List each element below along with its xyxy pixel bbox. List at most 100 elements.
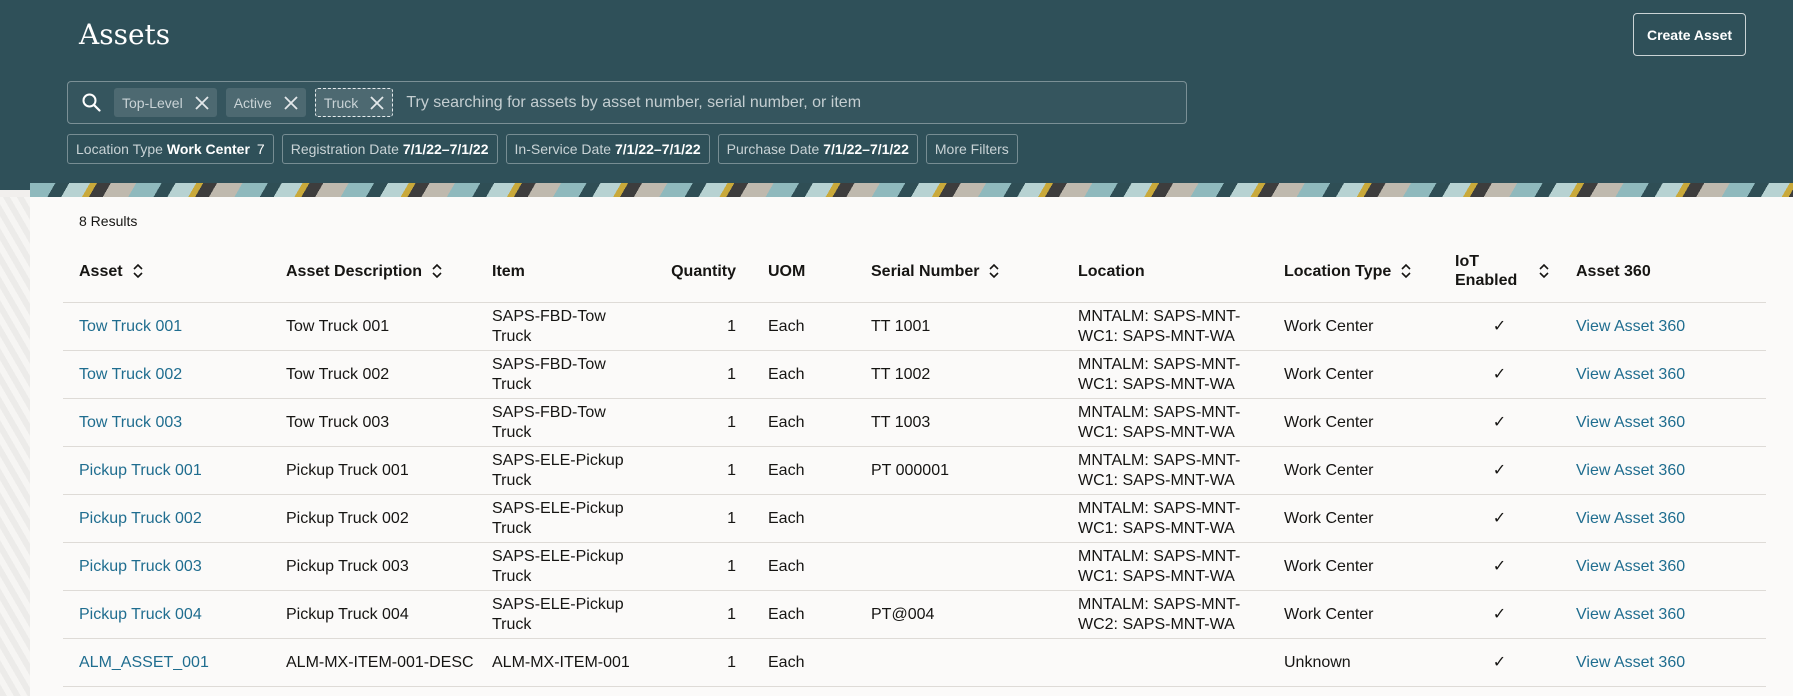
sort-icon[interactable] — [133, 263, 143, 279]
table-row: ALM_ASSET_001 ALM-MX-ITEM-001-DESC ALM-M… — [63, 638, 1766, 687]
search-bar[interactable]: Top-Level Active Truck — [67, 81, 1187, 124]
search-chip-truck[interactable]: Truck — [314, 88, 394, 117]
quantity: 1 — [649, 446, 752, 495]
serial-number — [855, 638, 1062, 687]
asset-link[interactable]: ALM_ASSET_001 — [79, 654, 209, 671]
table-row: Pickup Truck 001 Pickup Truck 001 SAPS-E… — [63, 446, 1766, 495]
column-label: Location Type — [1284, 262, 1392, 280]
quantity: 1 — [649, 638, 752, 687]
check-icon: ✓ — [1439, 590, 1560, 639]
uom: Each — [752, 590, 855, 639]
asset-link[interactable]: Pickup Truck 001 — [79, 462, 202, 479]
search-input[interactable] — [402, 84, 1186, 121]
filter-value: 7/1/22–7/1/22 — [615, 141, 701, 157]
view-asset-360-link[interactable]: View Asset 360 — [1576, 558, 1685, 575]
item: SAPS-ELE-Pickup Truck — [476, 542, 649, 591]
view-asset-360-link[interactable]: View Asset 360 — [1576, 510, 1685, 527]
location-type: Work Center — [1268, 590, 1439, 639]
uom: Each — [752, 494, 855, 543]
close-icon[interactable] — [187, 88, 217, 117]
chip-label: Truck — [323, 94, 359, 111]
sort-icon[interactable] — [1401, 263, 1411, 279]
decorative-banner — [30, 183, 1793, 197]
filter-in-service-date[interactable]: In-Service Date 7/1/22–7/1/22 — [505, 134, 710, 164]
location-type: Work Center — [1268, 350, 1439, 399]
close-icon[interactable] — [276, 88, 306, 117]
serial-number: TT 1001 — [855, 302, 1062, 351]
location: MNTALM: SAPS-MNT-WC1: SAPS-MNT-WA — [1062, 494, 1268, 543]
item: SAPS-FBD-Tow Truck — [476, 302, 649, 351]
asset-link[interactable]: Tow Truck 002 — [79, 366, 182, 383]
location-type: Work Center — [1268, 542, 1439, 591]
search-chip-top-level[interactable]: Top-Level — [114, 88, 217, 117]
asset-link[interactable]: Pickup Truck 003 — [79, 558, 202, 575]
check-icon: ✓ — [1439, 542, 1560, 591]
page-header: Assets Create Asset Top-Level Active Tru… — [0, 0, 1793, 190]
filter-value: Work Center — [166, 141, 250, 157]
sort-icon[interactable] — [989, 263, 1000, 279]
location: MNTALM: SAPS-MNT-WC1: SAPS-MNT-WA — [1062, 398, 1268, 447]
quantity: 1 — [649, 494, 752, 543]
location-type: Work Center — [1268, 398, 1439, 447]
quantity: 1 — [649, 590, 752, 639]
page-title: Assets — [79, 18, 171, 51]
search-chip-active[interactable]: Active — [225, 88, 306, 117]
serial-number: PT@004 — [855, 590, 1062, 639]
location-type: Unknown — [1268, 638, 1439, 687]
asset-link[interactable]: Tow Truck 003 — [79, 414, 182, 431]
search-icon[interactable] — [68, 81, 114, 124]
asset-description: Pickup Truck 001 — [270, 446, 476, 495]
view-asset-360-link[interactable]: View Asset 360 — [1576, 606, 1685, 623]
column-header-asset-360: Asset 360 — [1560, 240, 1766, 303]
filter-bar: Location Type Work Center 7 Registration… — [67, 134, 1026, 164]
sort-icon[interactable] — [432, 263, 442, 279]
filter-label: Location Type — [76, 141, 163, 157]
column-header-location-type[interactable]: Location Type — [1268, 240, 1439, 303]
filter-location-type[interactable]: Location Type Work Center 7 — [67, 134, 274, 164]
filter-registration-date[interactable]: Registration Date 7/1/22–7/1/22 — [281, 134, 498, 164]
item: SAPS-ELE-Pickup Truck — [476, 590, 649, 639]
column-header-uom: UOM — [752, 240, 855, 303]
asset-link[interactable]: Pickup Truck 002 — [79, 510, 202, 527]
view-asset-360-link[interactable]: View Asset 360 — [1576, 366, 1685, 383]
table-row: Tow Truck 001 Tow Truck 001 SAPS-FBD-Tow… — [63, 302, 1766, 351]
location — [1062, 638, 1268, 687]
asset-description: Pickup Truck 002 — [270, 494, 476, 543]
uom: Each — [752, 638, 855, 687]
asset-link[interactable]: Pickup Truck 004 — [79, 606, 202, 623]
filter-label: Purchase Date — [726, 141, 820, 157]
more-filters-button[interactable]: More Filters — [925, 134, 1018, 164]
view-asset-360-link[interactable]: View Asset 360 — [1576, 462, 1685, 479]
close-icon[interactable] — [362, 88, 392, 117]
filter-count: 7 — [256, 141, 265, 157]
location-type: Work Center — [1268, 446, 1439, 495]
column-header-quantity: Quantity — [649, 240, 752, 303]
location: MNTALM: SAPS-MNT-WC2: SAPS-MNT-WA — [1062, 590, 1268, 639]
column-header-iot-enabled[interactable]: IoT Enabled — [1439, 240, 1560, 303]
column-header-asset[interactable]: Asset — [63, 240, 270, 303]
location: MNTALM: SAPS-MNT-WC1: SAPS-MNT-WA — [1062, 350, 1268, 399]
view-asset-360-link[interactable]: View Asset 360 — [1576, 318, 1685, 335]
location: MNTALM: SAPS-MNT-WC1: SAPS-MNT-WA — [1062, 302, 1268, 351]
filter-value: 7/1/22–7/1/22 — [823, 141, 909, 157]
item: SAPS-FBD-Tow Truck — [476, 398, 649, 447]
filter-purchase-date[interactable]: Purchase Date 7/1/22–7/1/22 — [717, 134, 918, 164]
quantity: 1 — [649, 542, 752, 591]
asset-link[interactable]: Tow Truck 001 — [79, 318, 182, 335]
view-asset-360-link[interactable]: View Asset 360 — [1576, 414, 1685, 431]
view-asset-360-link[interactable]: View Asset 360 — [1576, 654, 1685, 671]
location: MNTALM: SAPS-MNT-WC1: SAPS-MNT-WA — [1062, 542, 1268, 591]
serial-number — [855, 494, 1062, 543]
column-header-asset-description[interactable]: Asset Description — [270, 240, 476, 303]
create-asset-button[interactable]: Create Asset — [1633, 13, 1746, 56]
uom: Each — [752, 398, 855, 447]
asset-description: ALM-MX-ITEM-001-DESC — [270, 638, 476, 687]
column-header-serial-number[interactable]: Serial Number — [855, 240, 1062, 303]
column-header-item: Item — [476, 240, 649, 303]
sort-icon[interactable] — [1539, 263, 1549, 279]
check-icon: ✓ — [1439, 446, 1560, 495]
column-header-location: Location — [1062, 240, 1268, 303]
asset-description: Pickup Truck 003 — [270, 542, 476, 591]
uom: Each — [752, 302, 855, 351]
filter-label: More Filters — [934, 141, 1009, 157]
